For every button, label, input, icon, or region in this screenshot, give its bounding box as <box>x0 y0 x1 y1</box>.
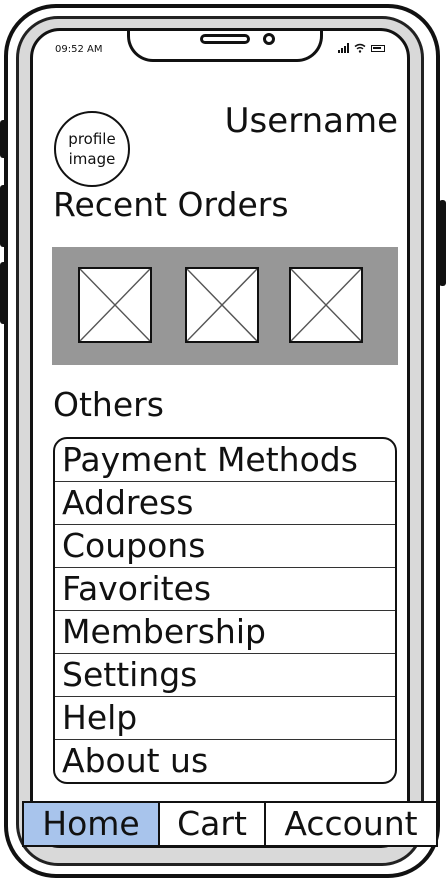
order-thumbnail[interactable] <box>78 267 152 343</box>
status-time: 09:52 AM <box>55 44 103 55</box>
phone-side-button <box>0 120 7 158</box>
speaker-icon <box>200 34 250 44</box>
tab-account[interactable]: Account <box>266 803 436 845</box>
menu-item-membership[interactable]: Membership <box>55 611 395 654</box>
profile-image-label: image <box>68 150 116 168</box>
image-placeholder-icon <box>291 269 361 341</box>
screen: 09:52 AM profile image Username Recent O… <box>30 28 410 848</box>
menu-item-about-us[interactable]: About us <box>55 740 395 782</box>
recent-orders-title: Recent Orders <box>53 185 289 224</box>
wifi-icon <box>354 43 366 53</box>
menu-item-address[interactable]: Address <box>55 482 395 525</box>
recent-orders-panel <box>52 247 398 365</box>
camera-icon <box>263 33 275 45</box>
tab-home[interactable]: Home <box>24 803 160 845</box>
phone-side-button <box>0 262 7 324</box>
menu-item-help[interactable]: Help <box>55 697 395 740</box>
signal-icon <box>338 43 349 53</box>
status-icons <box>338 43 385 53</box>
order-thumbnail[interactable] <box>289 267 363 343</box>
menu-item-coupons[interactable]: Coupons <box>55 525 395 568</box>
menu-item-favorites[interactable]: Favorites <box>55 568 395 611</box>
notch <box>127 31 323 62</box>
tab-cart[interactable]: Cart <box>160 803 266 845</box>
phone-side-button <box>439 200 446 286</box>
tab-bar: Home Cart Account <box>22 801 438 847</box>
username: Username <box>224 101 398 141</box>
profile-image[interactable]: profile image <box>54 111 130 187</box>
image-placeholder-icon <box>80 269 150 341</box>
profile-image-label: profile <box>68 130 116 148</box>
image-placeholder-icon <box>187 269 257 341</box>
others-title: Others <box>53 385 164 424</box>
menu-item-payment-methods[interactable]: Payment Methods <box>55 439 395 482</box>
order-thumbnail[interactable] <box>185 267 259 343</box>
battery-icon <box>371 44 385 52</box>
menu-item-settings[interactable]: Settings <box>55 654 395 697</box>
phone-side-button <box>0 185 7 247</box>
others-menu: Payment Methods Address Coupons Favorite… <box>53 437 397 784</box>
